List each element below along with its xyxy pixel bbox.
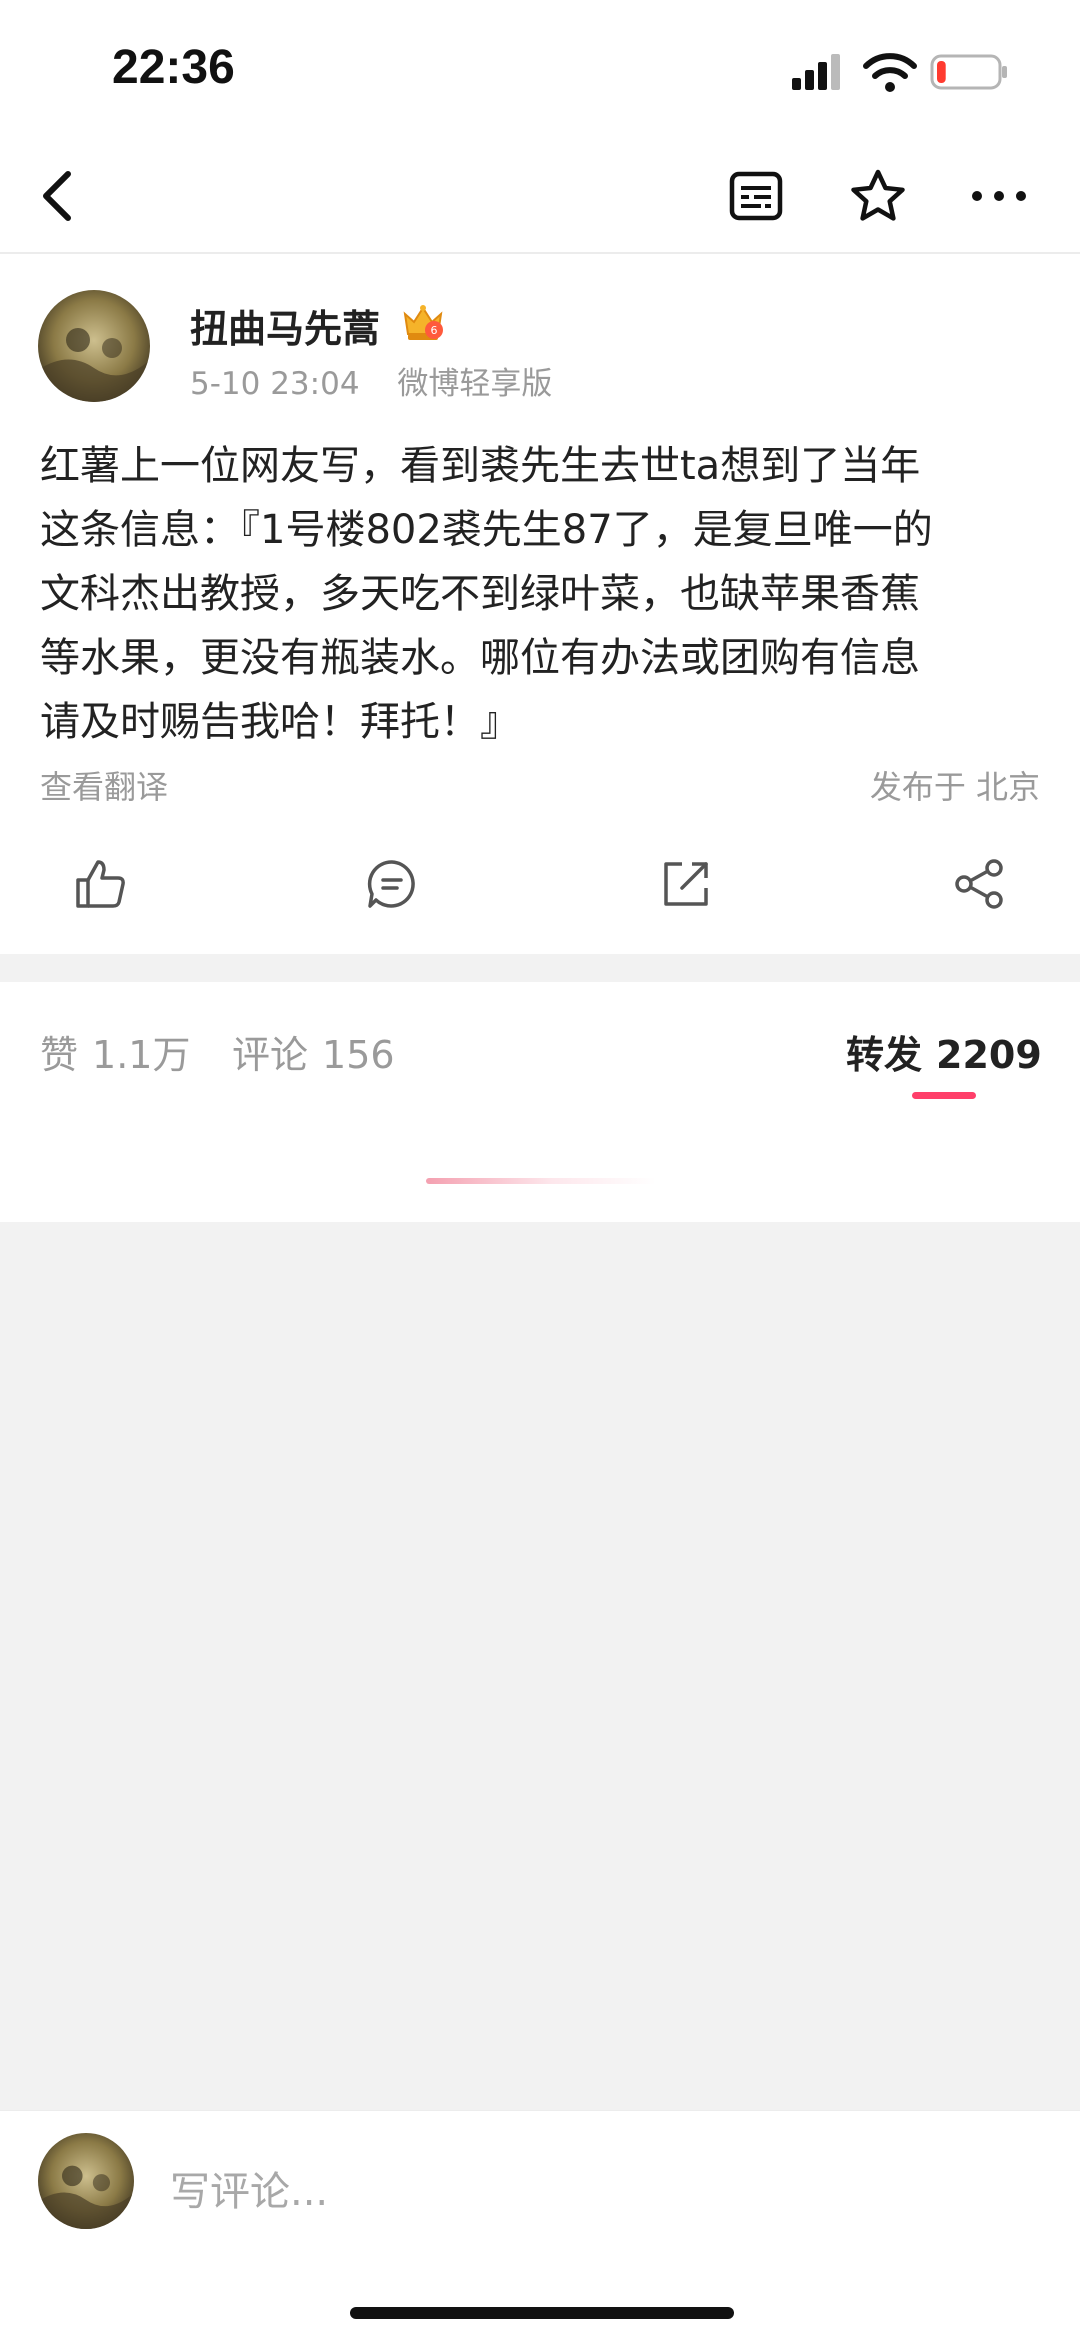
post-time: 5-10 23:04 [190,366,360,402]
vip-crown-icon: 6 [403,305,443,340]
home-indicator[interactable] [350,2307,734,2319]
avatar-image [38,2133,134,2229]
battery-icon [930,54,1007,90]
tab-reposts[interactable]: 转发 2209 [846,1024,1042,1079]
author-avatar[interactable] [38,290,150,402]
more-button[interactable] [963,160,1035,232]
content-line: 等水果，更没有瓶装水。哪位有办法或团购有信息 [40,635,920,681]
reader-mode-button[interactable] [720,160,792,232]
status-bar: 22:36 [0,0,1080,140]
comment-button[interactable] [362,854,422,914]
reader-mode-icon [729,171,783,221]
author-name[interactable]: 扭曲马先蒿 [190,298,380,353]
loading-indicator [426,1178,656,1184]
tab-count: 1.1万 [92,1033,191,1077]
post-source: 微博轻享版 [397,366,553,402]
content-line: 请及时赐告我哈！拜托！』 [40,699,520,745]
repost-button[interactable] [656,854,716,914]
favorite-button[interactable] [842,160,914,232]
post-location: 发布于 北京 [869,768,1040,806]
like-button[interactable] [70,854,130,914]
content-line: 文科杰出教授，多天吃不到绿叶菜，也缺苹果香蕉 [40,571,920,617]
star-icon [851,169,905,221]
nav-bar [0,140,1080,254]
comment-bar: 写评论... [0,2110,1080,2338]
post-card: 扭曲马先蒿 6 5-10 23:04 微博轻享版 红薯上一位网友写，看到裘先生去… [0,254,1080,954]
tab-count: 2209 [936,1033,1042,1077]
wifi-icon [863,53,917,92]
status-time: 22:36 [112,41,235,94]
tab-comments[interactable]: 评论 156 [232,1024,395,1079]
repost-icon [664,862,708,906]
active-tab-indicator [912,1092,976,1099]
tab-likes[interactable]: 赞 1.1万 [40,1024,190,1079]
avatar-image [38,290,150,402]
engagement-tabs: 赞 1.1万 评论 156 转发 2209 [0,982,1080,1116]
like-icon [76,860,125,908]
back-button[interactable] [22,160,94,232]
back-arrow-icon [43,171,71,221]
tab-label: 评论 [232,1033,309,1077]
post-actions [0,854,1080,934]
user-avatar[interactable] [38,2133,134,2229]
svg-text:6: 6 [431,324,438,337]
tab-label: 赞 [40,1033,79,1077]
loading-area [0,1114,1080,1222]
post-content[interactable]: 红薯上一位网友写，看到裘先生去世ta想到了当年 这条信息：『1号楼802裘先生8… [40,434,1040,754]
tab-count: 156 [322,1033,395,1077]
tab-label: 转发 [846,1033,923,1077]
share-button[interactable] [950,854,1010,914]
share-icon [955,859,1003,909]
comment-icon [367,860,415,908]
comment-input[interactable]: 写评论... [170,2159,328,2217]
content-line: 红薯上一位网友写，看到裘先生去世ta想到了当年 [40,443,921,489]
translate-link[interactable]: 查看翻译 [40,762,168,808]
content-line: 这条信息：『1号楼802裘先生87了，是复旦唯一的 [40,507,933,553]
more-icon [972,191,1026,201]
cellular-signal-icon [792,54,840,90]
post-meta: 5-10 23:04 微博轻享版 [190,358,580,403]
